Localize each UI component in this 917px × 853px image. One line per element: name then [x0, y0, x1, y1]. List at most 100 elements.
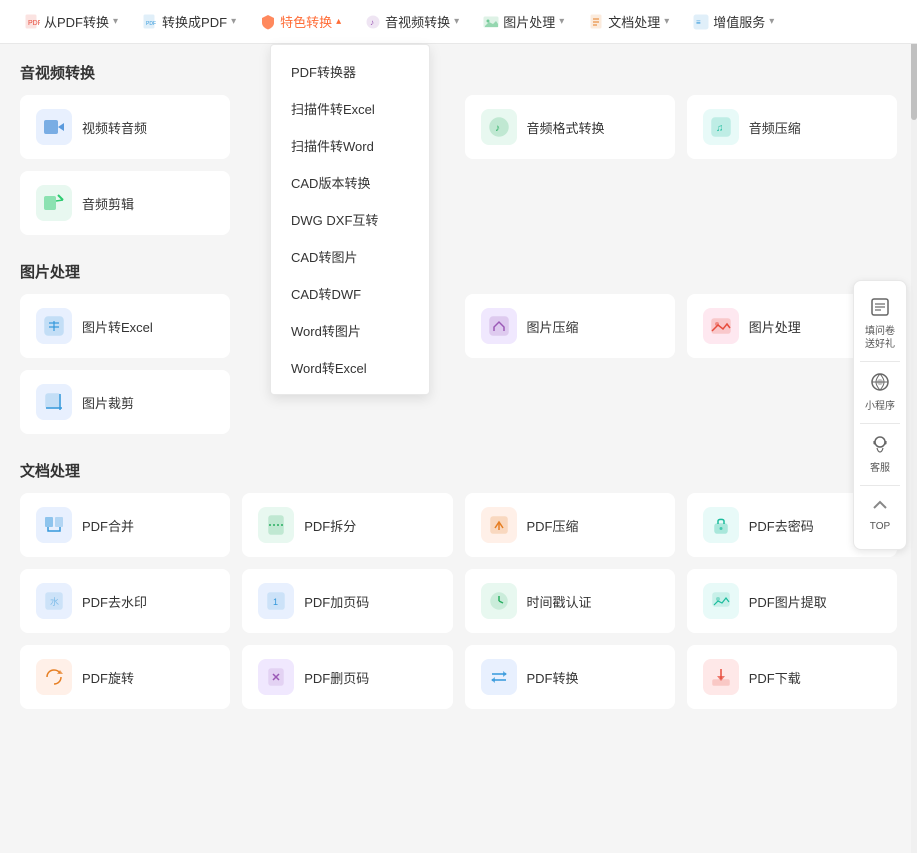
- image-grid-row2: 图片裁剪: [20, 370, 897, 434]
- pdf-merge-icon: [36, 507, 72, 543]
- tool-img-crop[interactable]: 图片裁剪: [20, 370, 230, 434]
- dropdown-item-4[interactable]: DWG DXF互转: [271, 201, 429, 238]
- nav-doc[interactable]: 文档处理 ▾: [576, 0, 681, 44]
- nav-doc-arrow: ▾: [664, 16, 669, 27]
- special-dropdown: PDF转换器 扫描件转Excel 扫描件转Word CAD版本转换 DWG DX…: [270, 44, 430, 395]
- time-cert-label: 时间戳认证: [527, 592, 592, 611]
- float-divider-2: [860, 423, 900, 424]
- tool-time-cert[interactable]: 时间戳认证: [465, 569, 675, 633]
- svg-text:1: 1: [273, 597, 278, 607]
- mini-program-btn[interactable]: 小程序: [854, 364, 906, 421]
- tool-pdf-compress[interactable]: PDF压缩: [465, 493, 675, 557]
- svg-text:PDF: PDF: [146, 21, 156, 27]
- tool-img-compress[interactable]: 图片压缩: [465, 294, 675, 358]
- tool-pdf-convert[interactable]: PDF转换: [465, 645, 675, 709]
- tool-audio-edit[interactable]: 音频剪辑: [20, 171, 230, 235]
- main-content: 音视频转换 视频转音频 ♪ 音频格式转换 ♫ 音频压缩: [0, 44, 917, 737]
- pdf-rotate-icon: [36, 659, 72, 695]
- pdf-page-num-icon: 1: [258, 583, 294, 619]
- pdf-convert-label: PDF转换: [527, 668, 579, 687]
- float-panel: 填问卷送好礼 小程序 客服 TOP: [853, 280, 907, 550]
- svg-text:♪: ♪: [370, 18, 374, 27]
- nav-to-pdf-label: 转换成PDF: [162, 12, 227, 31]
- survey-btn[interactable]: 填问卷送好礼: [854, 289, 906, 359]
- tool-pdf-rotate[interactable]: PDF旋转: [20, 645, 230, 709]
- svg-text:♫: ♫: [716, 123, 724, 134]
- mini-program-label: 小程序: [865, 400, 895, 413]
- dropdown-item-3[interactable]: CAD版本转换: [271, 164, 429, 201]
- doc-grid-row3: PDF旋转 PDF删页码 PDF转换 PDF下载: [20, 645, 897, 709]
- audio-video-icon: ♪: [365, 14, 381, 30]
- nav-image-label: 图片处理: [503, 12, 555, 31]
- tool-pdf-page-num[interactable]: 1 PDF加页码: [242, 569, 452, 633]
- nav-image[interactable]: 图片处理 ▾: [471, 0, 576, 44]
- dropdown-item-2[interactable]: 扫描件转Word: [271, 127, 429, 164]
- scrollbar[interactable]: [911, 0, 917, 853]
- image-grid: 图片转Excel 图片压缩 图片处理: [20, 294, 897, 358]
- tool-img-to-excel[interactable]: 图片转Excel: [20, 294, 230, 358]
- doc-section: 文档处理 PDF合并 PDF拆分 PDF压缩: [20, 442, 897, 709]
- dropdown-item-0[interactable]: PDF转换器: [271, 53, 429, 90]
- pdf-compress-label: PDF压缩: [527, 516, 579, 535]
- pdf-page-del-icon: [258, 659, 294, 695]
- pdf-split-label: PDF拆分: [304, 516, 356, 535]
- audio-compress-label: 音频压缩: [749, 118, 801, 137]
- nav-audio-video[interactable]: ♪ 音视频转换 ▾: [353, 0, 471, 44]
- doc-icon: [588, 14, 604, 30]
- tool-video-to-audio[interactable]: 视频转音频: [20, 95, 230, 159]
- dropdown-item-7[interactable]: Word转图片: [271, 312, 429, 349]
- customer-service-btn[interactable]: 客服: [854, 426, 906, 483]
- tool-pdf-watermark[interactable]: 水 PDF去水印: [20, 569, 230, 633]
- pdf-watermark-label: PDF去水印: [82, 592, 147, 611]
- nav-special[interactable]: 特色转换 ▴: [248, 0, 353, 44]
- tool-pdf-split[interactable]: PDF拆分: [242, 493, 452, 557]
- svg-text:PDF: PDF: [28, 20, 40, 27]
- tool-pdf-merge[interactable]: PDF合并: [20, 493, 230, 557]
- video-to-audio-icon: [36, 109, 72, 145]
- dropdown-item-5[interactable]: CAD转图片: [271, 238, 429, 275]
- nav-audio-video-arrow: ▾: [454, 16, 459, 27]
- float-divider-1: [860, 361, 900, 362]
- mini-program-icon: [870, 372, 890, 397]
- dropdown-item-8[interactable]: Word转Excel: [271, 349, 429, 386]
- dropdown-item-6[interactable]: CAD转DWF: [271, 275, 429, 312]
- nav-audio-video-label: 音视频转换: [385, 12, 450, 31]
- pdf-decrypt-label: PDF去密码: [749, 516, 814, 535]
- audio-video-grid: 视频转音频 ♪ 音频格式转换 ♫ 音频压缩: [20, 95, 897, 159]
- img-crop-icon: [36, 384, 72, 420]
- tool-pdf-img-extract[interactable]: PDF图片提取: [687, 569, 897, 633]
- pdf-dl-label: PDF下载: [749, 668, 801, 687]
- pdf-split-icon: [258, 507, 294, 543]
- pdf-decrypt-icon: [703, 507, 739, 543]
- nav-value-added[interactable]: ≡ 增值服务 ▾: [681, 0, 786, 44]
- tool-pdf-dl[interactable]: PDF下载: [687, 645, 897, 709]
- survey-label: 填问卷送好礼: [865, 325, 895, 351]
- time-cert-icon: [481, 583, 517, 619]
- value-added-icon: ≡: [693, 14, 709, 30]
- pdf-merge-label: PDF合并: [82, 516, 134, 535]
- customer-service-icon: [870, 434, 890, 459]
- scrollbar-thumb[interactable]: [911, 40, 917, 120]
- nav-doc-label: 文档处理: [608, 12, 660, 31]
- pdf-dl-icon: [703, 659, 739, 695]
- tool-audio-compress[interactable]: ♫ 音频压缩: [687, 95, 897, 159]
- audio-edit-label: 音频剪辑: [82, 194, 134, 213]
- nav-from-pdf-arrow: ▾: [113, 16, 118, 27]
- img-to-excel-label: 图片转Excel: [82, 317, 153, 336]
- top-nav: PDF 从PDF转换 ▾ PDF 转换成PDF ▾ 特色转换 ▴ ♪ 音视频转换…: [0, 0, 917, 44]
- nav-to-pdf[interactable]: PDF 转换成PDF ▾: [130, 0, 248, 44]
- pdf-page-del-label: PDF删页码: [304, 668, 369, 687]
- svg-text:≡: ≡: [696, 18, 701, 27]
- nav-from-pdf[interactable]: PDF 从PDF转换 ▾: [12, 0, 130, 44]
- tool-pdf-page-del[interactable]: PDF删页码: [242, 645, 452, 709]
- tool-audio-format[interactable]: ♪ 音频格式转换: [465, 95, 675, 159]
- img-to-excel-icon: [36, 308, 72, 344]
- img-compress-icon: [481, 308, 517, 344]
- customer-service-label: 客服: [870, 462, 890, 475]
- top-btn[interactable]: TOP: [854, 488, 906, 541]
- to-pdf-icon: PDF: [142, 14, 158, 30]
- dropdown-item-1[interactable]: 扫描件转Excel: [271, 90, 429, 127]
- special-icon: [260, 14, 276, 30]
- nav-value-added-label: 增值服务: [713, 12, 765, 31]
- pdf-rotate-label: PDF旋转: [82, 668, 134, 687]
